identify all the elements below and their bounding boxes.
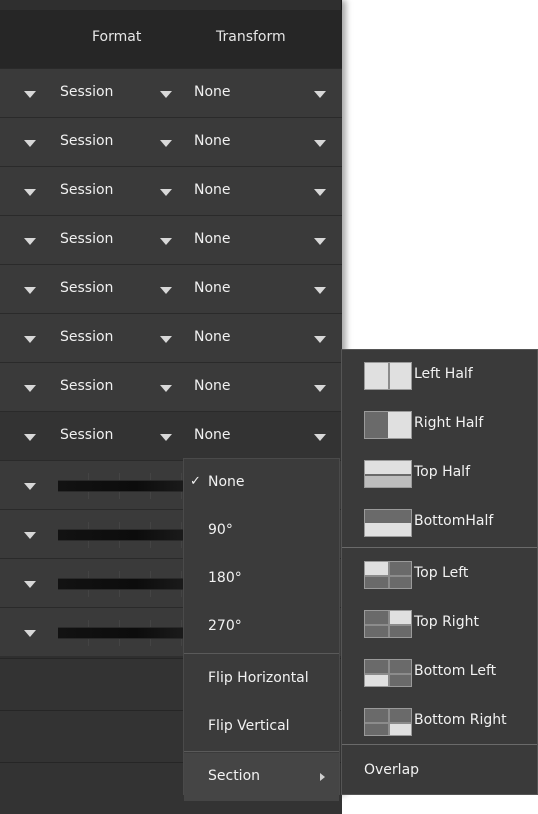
submenu-item-right-half[interactable]: Right Half (342, 399, 537, 448)
transform-value[interactable]: None (194, 427, 231, 443)
bottom-left-quadrant-icon (364, 659, 412, 687)
format-value[interactable]: Session (60, 378, 113, 394)
format-value[interactable]: Session (60, 329, 113, 345)
table-row: Session None (0, 264, 342, 313)
bottom-right-quadrant-icon (364, 708, 412, 736)
table-row: Session None (0, 68, 342, 117)
level-meter (58, 627, 188, 639)
submenu-separator (342, 547, 537, 548)
format-value[interactable]: Session (60, 427, 113, 443)
table-row: Session None (0, 215, 342, 264)
right-half-icon (364, 411, 412, 439)
submenu-item-top-left[interactable]: Top Left (342, 549, 537, 598)
transform-dropdown-arrow-icon[interactable] (314, 434, 326, 441)
transform-dropdown-arrow-icon[interactable] (314, 140, 326, 147)
submenu-item-left-half[interactable]: Left Half (342, 350, 537, 399)
bottom-half-icon (364, 509, 412, 537)
submenu-item-bottom-left[interactable]: Bottom Left (342, 647, 537, 696)
submenu-item-top-half[interactable]: Top Half (342, 448, 537, 497)
submenu-separator (342, 744, 537, 745)
top-half-icon (364, 460, 412, 488)
dropdown-arrow-icon[interactable] (24, 189, 36, 196)
dropdown-arrow-icon[interactable] (24, 287, 36, 294)
format-dropdown-arrow-icon[interactable] (160, 238, 172, 245)
dropdown-arrow-icon[interactable] (24, 238, 36, 245)
format-dropdown-arrow-icon[interactable] (160, 140, 172, 147)
dropdown-arrow-icon[interactable] (24, 434, 36, 441)
transform-value[interactable]: None (194, 84, 231, 100)
transform-menu: ✓ None 90° 180° 270° Flip Horizontal Fli… (183, 458, 340, 801)
table-row: Session None (0, 313, 342, 362)
menu-item-270[interactable]: 270° (184, 603, 339, 651)
format-value[interactable]: Session (60, 182, 113, 198)
format-dropdown-arrow-icon[interactable] (160, 287, 172, 294)
format-column-header: Format (92, 29, 142, 45)
transform-dropdown-arrow-icon[interactable] (314, 287, 326, 294)
menu-separator (184, 751, 339, 752)
format-value[interactable]: Session (60, 231, 113, 247)
dropdown-arrow-icon[interactable] (24, 91, 36, 98)
level-meter (58, 529, 188, 541)
dropdown-arrow-icon[interactable] (24, 336, 36, 343)
menu-item-none[interactable]: ✓ None (184, 459, 339, 507)
top-right-quadrant-icon (364, 610, 412, 638)
format-value[interactable]: Session (60, 84, 113, 100)
dropdown-arrow-icon[interactable] (24, 532, 36, 539)
level-meter (58, 480, 188, 492)
transform-value[interactable]: None (194, 329, 231, 345)
level-meter (58, 578, 188, 590)
menu-item-flip-vertical[interactable]: Flip Vertical (184, 703, 339, 751)
table-row: Session None (0, 117, 342, 166)
format-dropdown-arrow-icon[interactable] (160, 189, 172, 196)
submenu-item-bottom-right[interactable]: Bottom Right (342, 696, 537, 745)
section-submenu: Left Half Right Half Top Half BottomHalf… (341, 349, 538, 795)
table-row: Session None (0, 362, 342, 411)
left-half-icon (364, 362, 412, 390)
dropdown-arrow-icon[interactable] (24, 385, 36, 392)
transform-dropdown-arrow-icon[interactable] (314, 189, 326, 196)
format-dropdown-arrow-icon[interactable] (160, 336, 172, 343)
format-value[interactable]: Session (60, 280, 113, 296)
submenu-arrow-icon (320, 773, 325, 781)
checkmark-icon: ✓ (190, 474, 201, 489)
transform-value[interactable]: None (194, 182, 231, 198)
top-left-quadrant-icon (364, 561, 412, 589)
submenu-item-bottom-half[interactable]: BottomHalf (342, 497, 537, 546)
transform-dropdown-arrow-icon[interactable] (314, 385, 326, 392)
format-dropdown-arrow-icon[interactable] (160, 434, 172, 441)
transform-dropdown-arrow-icon[interactable] (314, 238, 326, 245)
table-row-selected: Session None (0, 411, 342, 460)
table-header: Format Transform (0, 10, 342, 68)
dropdown-arrow-icon[interactable] (24, 630, 36, 637)
menu-item-section[interactable]: Section (184, 753, 339, 801)
transform-value[interactable]: None (194, 231, 231, 247)
transform-dropdown-arrow-icon[interactable] (314, 336, 326, 343)
menu-item-180[interactable]: 180° (184, 555, 339, 603)
table-row: Session None (0, 166, 342, 215)
dropdown-arrow-icon[interactable] (24, 581, 36, 588)
menu-separator (184, 653, 339, 654)
dropdown-arrow-icon[interactable] (24, 483, 36, 490)
submenu-item-overlap[interactable]: Overlap (342, 746, 537, 795)
dropdown-arrow-icon[interactable] (24, 140, 36, 147)
transform-column-header: Transform (216, 29, 286, 45)
submenu-item-top-right[interactable]: Top Right (342, 598, 537, 647)
transform-value[interactable]: None (194, 378, 231, 394)
format-value[interactable]: Session (60, 133, 113, 149)
format-dropdown-arrow-icon[interactable] (160, 91, 172, 98)
menu-item-flip-horizontal[interactable]: Flip Horizontal (184, 655, 339, 703)
transform-value[interactable]: None (194, 280, 231, 296)
format-dropdown-arrow-icon[interactable] (160, 385, 172, 392)
transform-value[interactable]: None (194, 133, 231, 149)
transform-dropdown-arrow-icon[interactable] (314, 91, 326, 98)
menu-item-90[interactable]: 90° (184, 507, 339, 555)
